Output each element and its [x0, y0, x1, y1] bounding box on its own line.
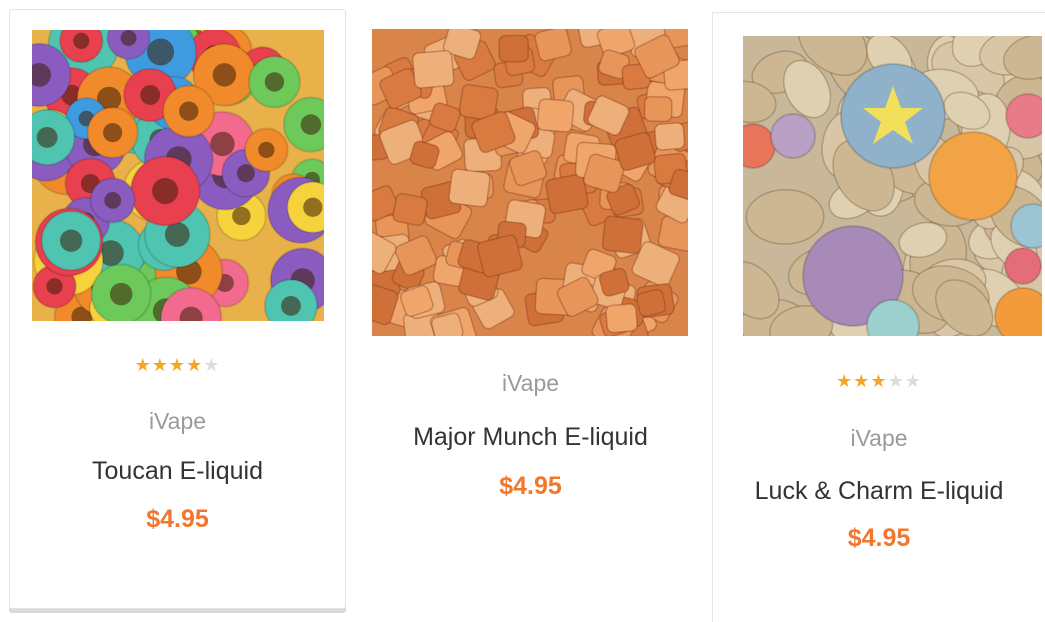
- product-rating: ★★★★★: [713, 372, 1045, 392]
- product-card-toucan[interactable]: ★★★★★ iVape Toucan E-liquid $4.95: [9, 9, 346, 609]
- product-price: $4.95: [847, 524, 911, 552]
- star-filled-icon: ★: [168, 355, 187, 376]
- product-brand[interactable]: iVape: [358, 369, 703, 397]
- star-empty-icon: ★: [904, 371, 922, 392]
- fruit-rings-cereal-image: [32, 30, 324, 321]
- product-rating: ★★★★★: [10, 356, 345, 376]
- product-image-luck-charm[interactable]: [743, 36, 1042, 336]
- product-card-luck-charm[interactable]: ★★★★★ iVape Luck & Charm E-liquid $4.95: [712, 12, 1045, 622]
- product-name[interactable]: Major Munch E-liquid: [358, 422, 703, 452]
- product-brand[interactable]: iVape: [10, 407, 345, 435]
- product-grid: ★★★★★ iVape Toucan E-liquid $4.95 iVape …: [0, 0, 1045, 622]
- star-empty-icon: ★: [203, 355, 221, 376]
- product-price: $4.95: [146, 505, 209, 533]
- product-card-major-munch[interactable]: iVape Major Munch E-liquid $4.95: [358, 9, 703, 609]
- marshmallow-charms-cereal-image: [743, 36, 1042, 336]
- star-filled-icon: ★: [134, 355, 152, 376]
- product-brand[interactable]: iVape: [713, 424, 1045, 452]
- product-image-major-munch[interactable]: [372, 29, 688, 336]
- star-filled-icon: ★: [836, 371, 854, 392]
- product-image-toucan[interactable]: [32, 30, 324, 321]
- star-empty-icon: ★: [887, 371, 905, 392]
- star-filled-icon: ★: [853, 371, 871, 392]
- crunch-squares-cereal-image: [372, 29, 688, 336]
- product-price: $4.95: [499, 472, 562, 500]
- star-filled-icon: ★: [151, 355, 169, 376]
- star-filled-icon: ★: [870, 371, 888, 392]
- product-name[interactable]: Luck & Charm E-liquid: [713, 476, 1045, 506]
- product-name[interactable]: Toucan E-liquid: [10, 456, 345, 486]
- star-filled-icon: ★: [186, 355, 204, 376]
